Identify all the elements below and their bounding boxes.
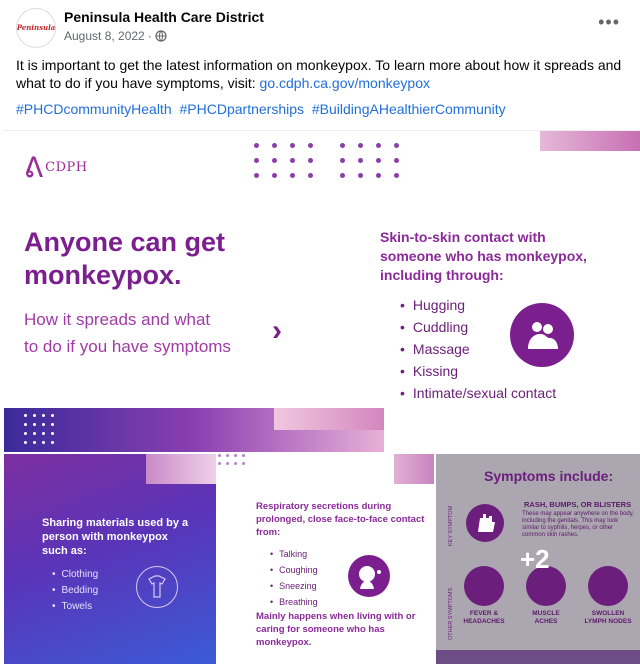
subheading: How it spreads and what to do if you hav… [24, 306, 231, 360]
clothing-icon [136, 566, 178, 608]
decorative-gradient [394, 454, 434, 484]
list-item: Breathing [270, 594, 318, 610]
post-link[interactable]: go.cdph.ca.gov/monkeypox [260, 75, 430, 91]
hugging-icon [510, 303, 574, 367]
decorative-gradient [146, 454, 216, 484]
globe-icon [155, 30, 167, 42]
tile-2-footer: Mainly happens when living with or carin… [256, 611, 416, 648]
dot-pattern [340, 143, 399, 178]
dot-pattern [24, 414, 54, 444]
list-item: Towels [52, 599, 98, 615]
decorative-gradient [540, 131, 640, 151]
tile-2-title: Respiratory secretions during prolonged,… [256, 501, 425, 538]
chevron-right-icon: › [272, 314, 282, 347]
decorative-gradient-bottom [4, 408, 384, 452]
more-options-icon[interactable]: ••• [598, 12, 620, 33]
hashtag-1[interactable]: #PHCDcommunityHealth [16, 101, 172, 117]
list-item: Clothing [52, 567, 99, 583]
list-item: Talking [270, 546, 318, 562]
key-symptom-label: KEY SYMPTOM [448, 505, 454, 546]
tile-1-text: Sharing materials used by a person with … [42, 517, 189, 557]
cdph-logo: ᕕ CDPH [24, 151, 88, 184]
cdph-figure-icon: ᕕ [24, 152, 44, 183]
post-body: It is important to get the latest inform… [16, 56, 628, 92]
headline-line-2: monkeypox. [24, 260, 182, 290]
post-image-2[interactable]: Sharing materials used by a person with … [4, 454, 216, 664]
post-meta: August 8, 2022 · [64, 29, 167, 43]
cdph-logo-text: CDPH [45, 160, 88, 175]
respiratory-list: Talking Coughing Sneezing Breathing [270, 546, 318, 610]
post-image-3[interactable]: Respiratory secretions during prolonged,… [218, 454, 434, 664]
symptom-label: FEVER & HEADACHES [463, 610, 505, 625]
headline-line-1: Anyone can get [24, 227, 226, 257]
post-date[interactable]: August 8, 2022 [64, 29, 145, 43]
rash-description: These may appear anywhere on the body, i… [522, 511, 634, 538]
swollen-lymph-icon [588, 566, 628, 606]
post-image-4[interactable]: Symptoms include: KEY SYMPTOM OTHER SYMP… [436, 454, 640, 664]
materials-list: Clothing Bedding Towels [52, 567, 99, 615]
list-item: Bedding [52, 583, 99, 599]
hashtags: #PHCDcommunityHealth #PHCDpartnerships #… [16, 101, 510, 117]
list-item: Intimate/sexual contact [400, 382, 556, 404]
rash-icon [466, 504, 504, 542]
symptom-label: SWOLLEN LYMPH NODES [584, 610, 632, 625]
post-header: Peninsula Peninsula Health Care District… [0, 0, 640, 50]
subheading-line-2: to do if you have symptoms [24, 337, 231, 356]
hashtag-3[interactable]: #BuildingAHealthierCommunity [312, 101, 506, 117]
list-item: Sneezing [270, 578, 318, 594]
page-name[interactable]: Peninsula Health Care District [64, 9, 264, 25]
symptoms-title: Symptoms include: [484, 468, 614, 484]
hashtag-2[interactable]: #PHCDpartnerships [180, 101, 305, 117]
headline: Anyone can get monkeypox. [24, 226, 225, 292]
face-icon [348, 555, 390, 597]
post-image-main[interactable]: ᕕ CDPH Anyone can get monkeypox. How it … [4, 130, 640, 452]
symptom-label: MUSCLE ACHES [532, 610, 560, 625]
meta-separator: · [147, 29, 152, 43]
dot-pattern [218, 454, 245, 465]
rash-title: RASH, BUMPS, OR BLISTERS [524, 500, 632, 509]
contact-title: Skin-to-skin contact with someone who ha… [380, 229, 587, 283]
decorative-gradient [274, 408, 384, 430]
more-photos-count[interactable]: +2 [520, 544, 550, 575]
dot-pattern [254, 143, 313, 178]
fever-icon [464, 566, 504, 606]
list-item: Coughing [270, 562, 318, 578]
decorative-bar [436, 650, 640, 664]
other-symptoms-label: OTHER SYMPTOMS [448, 587, 454, 640]
subheading-line-1: How it spreads and what [24, 310, 211, 329]
avatar[interactable]: Peninsula [16, 8, 56, 48]
avatar-logo: Peninsula [16, 23, 56, 32]
